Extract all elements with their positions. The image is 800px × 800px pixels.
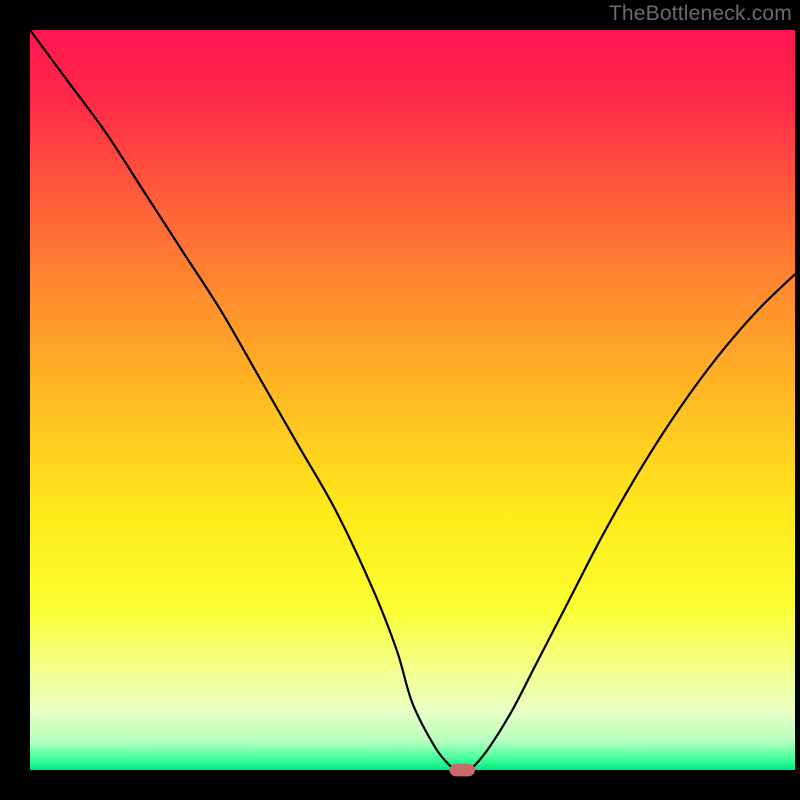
optimal-marker xyxy=(450,764,474,776)
bottleneck-chart xyxy=(0,0,800,800)
chart-frame: TheBottleneck.com xyxy=(0,0,800,800)
gradient-background xyxy=(30,30,795,770)
